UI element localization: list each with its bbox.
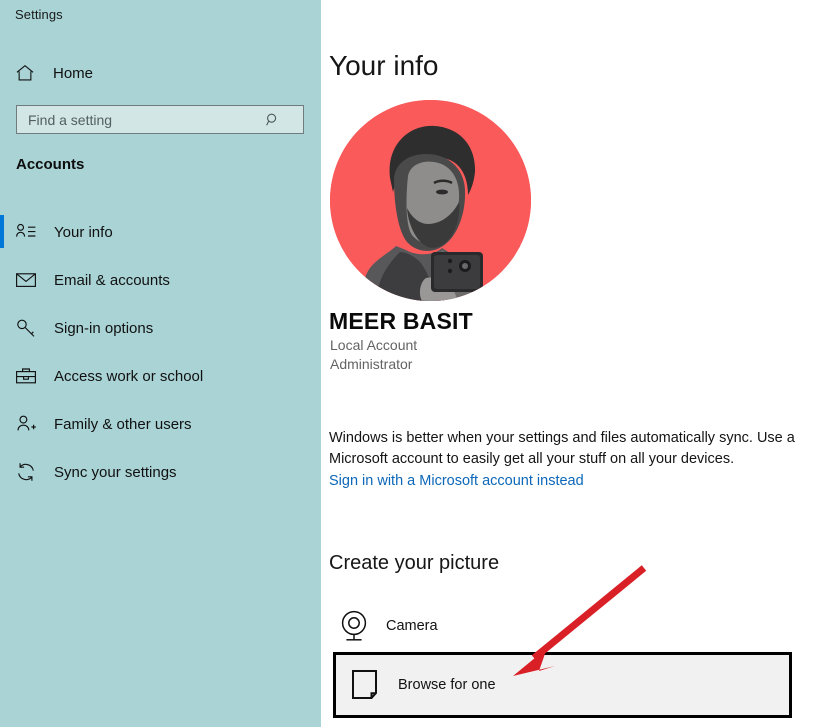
webcam-icon <box>336 607 372 645</box>
search-input[interactable] <box>17 106 263 133</box>
page-title: Your info <box>329 50 439 81</box>
sidebar-item-sync-your-settings[interactable]: Sync your settings <box>0 448 321 496</box>
search-icon[interactable] <box>265 112 281 128</box>
app-title: Settings <box>15 7 63 22</box>
sidebar-item-label: Access work or school <box>54 367 204 385</box>
account-type: Local Account <box>330 337 418 353</box>
person-info-icon <box>14 220 38 244</box>
key-icon <box>14 316 38 340</box>
sidebar-nav: Your info Email & accounts Sign-in optio… <box>0 208 321 496</box>
sidebar-item-label: Sign-in options <box>54 319 154 337</box>
selection-indicator <box>0 215 4 248</box>
sidebar-item-label: Email & accounts <box>54 271 170 289</box>
sync-icon <box>14 460 38 484</box>
create-picture-header: Create your picture <box>329 552 500 574</box>
avatar[interactable] <box>330 100 531 301</box>
sidebar-item-home[interactable]: Home <box>0 57 321 89</box>
sidebar-item-email-accounts[interactable]: Email & accounts <box>0 256 321 304</box>
person-plus-icon <box>14 412 38 436</box>
sidebar-section-header: Accounts <box>16 156 85 173</box>
home-icon <box>14 62 36 84</box>
sidebar-item-label: Your info <box>54 223 113 241</box>
settings-window: Settings Home Accounts <box>0 0 819 727</box>
picture-option-browse-for-one[interactable]: Browse for one <box>341 660 781 710</box>
user-profile-photo <box>330 100 531 301</box>
main-content: Your info MEER BASIT Local Account Admin… <box>321 0 819 727</box>
sidebar-item-sign-in-options[interactable]: Sign-in options <box>0 304 321 352</box>
sidebar-item-family-other-users[interactable]: Family & other users <box>0 400 321 448</box>
sign-in-microsoft-link[interactable]: Sign in with a Microsoft account instead <box>329 473 584 489</box>
picture-option-label: Camera <box>386 618 438 634</box>
account-role: Administrator <box>330 356 413 372</box>
sidebar-item-access-work-school[interactable]: Access work or school <box>0 352 321 400</box>
sidebar-item-home-label: Home <box>53 64 94 82</box>
sync-description: Windows is better when your settings and… <box>329 430 795 467</box>
picture-option-label: Browse for one <box>398 677 496 693</box>
picture-file-icon <box>348 666 384 704</box>
briefcase-icon <box>14 364 38 388</box>
user-name: MEER BASIT <box>329 308 473 334</box>
picture-option-camera[interactable]: Camera <box>329 598 784 654</box>
sidebar: Settings Home Accounts <box>0 0 321 727</box>
sidebar-item-label: Family & other users <box>54 415 192 433</box>
sidebar-item-label: Sync your settings <box>54 463 177 481</box>
sidebar-item-your-info[interactable]: Your info <box>0 208 321 256</box>
envelope-icon <box>14 268 38 292</box>
search-box[interactable] <box>16 105 304 134</box>
